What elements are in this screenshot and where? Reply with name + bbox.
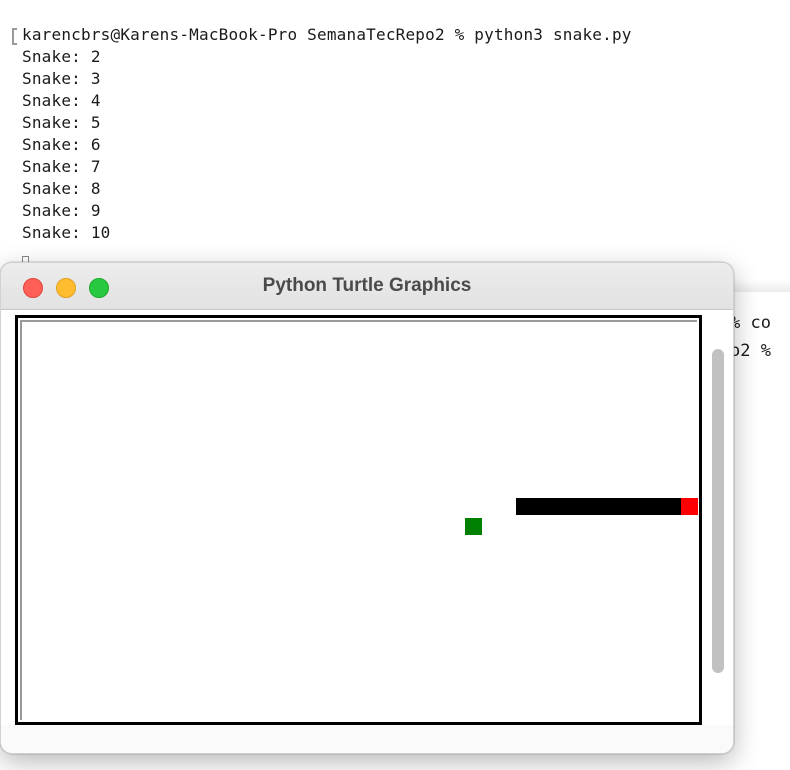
window-title: Python Turtle Graphics	[262, 275, 472, 296]
terminal-output-line: Snake: 6	[22, 135, 101, 154]
turtle-graphics-window: Python Turtle Graphics	[0, 262, 734, 754]
vertical-scrollbar[interactable]	[704, 315, 730, 725]
terminal-partial-line: % co	[730, 313, 771, 333]
snake-food	[465, 518, 482, 535]
snake-head	[681, 498, 698, 515]
terminal-partial-line: o2 %	[730, 341, 771, 361]
terminal-command-line: karencbrs@Karens-MacBook-Pro SemanaTecRe…	[22, 25, 632, 44]
turtle-canvas[interactable]	[15, 315, 702, 725]
scrollbar-thumb[interactable]	[712, 349, 724, 673]
window-shadow	[730, 280, 790, 292]
terminal-output-line: Snake: 2	[22, 47, 101, 66]
terminal-output-line: Snake: 7	[22, 157, 101, 176]
terminal-output-line: Snake: 10	[22, 223, 111, 242]
snake-body	[516, 498, 681, 515]
terminal-output-line: Snake: 3	[22, 69, 101, 88]
canvas-drawing-area	[20, 320, 698, 720]
terminal-output-line: Snake: 4	[22, 91, 101, 110]
terminal-output-line: Snake: 9	[22, 201, 101, 220]
terminal-output-line: Snake: 5	[22, 113, 101, 132]
prompt-mark-icon	[12, 28, 17, 45]
terminal-output-line: Snake: 8	[22, 179, 101, 198]
window-titlebar[interactable]: Python Turtle Graphics	[1, 263, 733, 310]
window-bottom-area	[1, 725, 733, 753]
